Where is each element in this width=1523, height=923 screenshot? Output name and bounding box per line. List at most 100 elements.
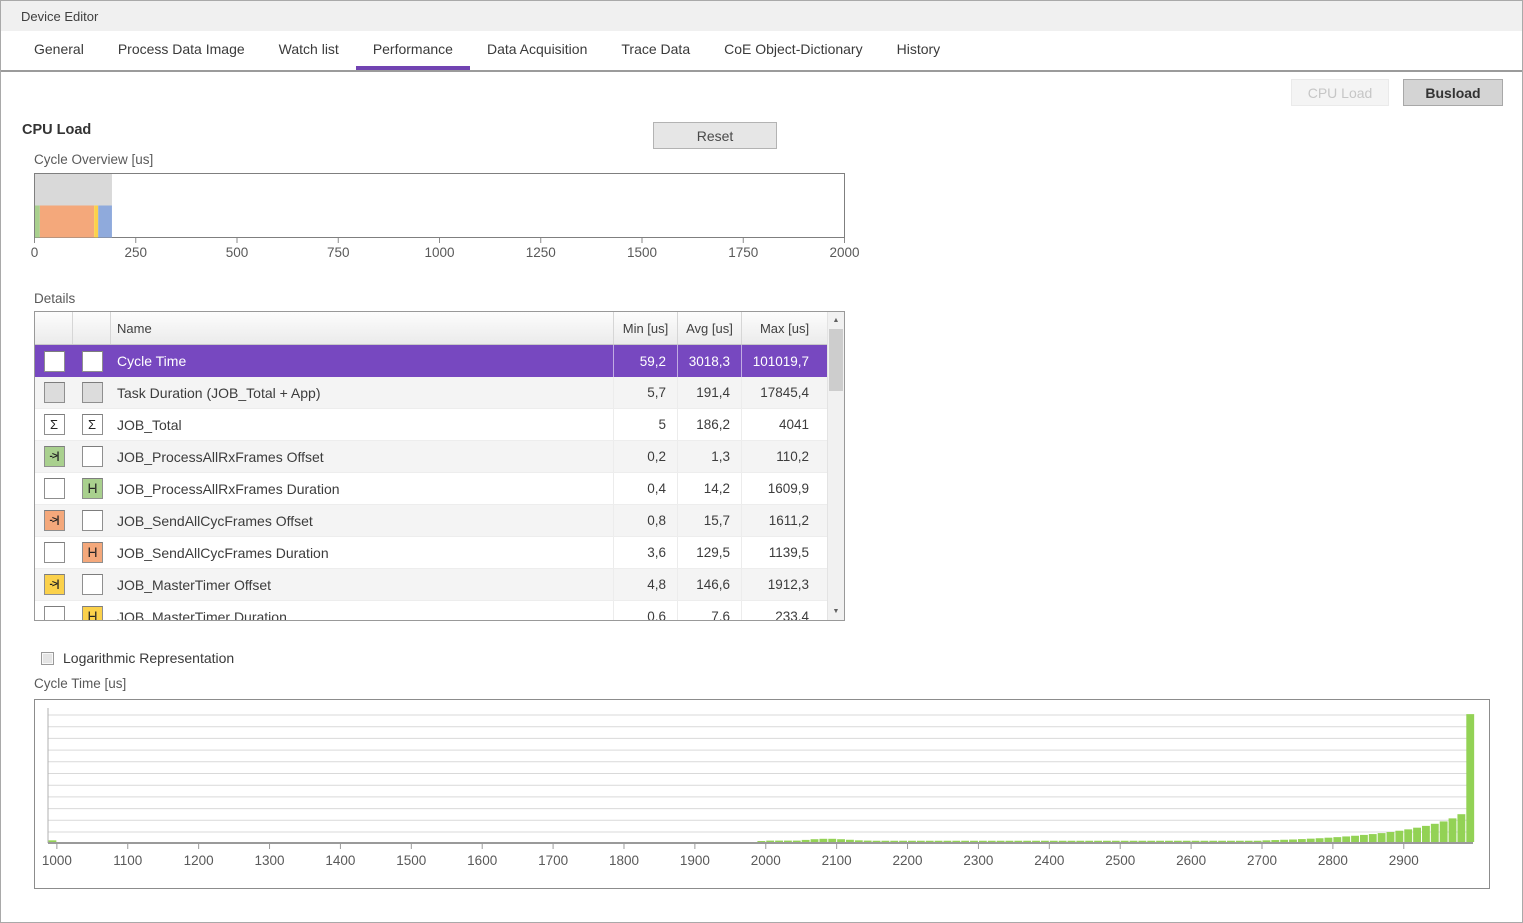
row-max: 101019,7 bbox=[742, 345, 827, 377]
row-min: 4,8 bbox=[614, 569, 678, 600]
column-header-marker-2[interactable] bbox=[73, 312, 111, 344]
offset-marker-icon[interactable]: ->| bbox=[44, 574, 65, 595]
row-checkbox[interactable] bbox=[44, 542, 65, 563]
svg-text:1500: 1500 bbox=[627, 245, 657, 260]
svg-text:2600: 2600 bbox=[1176, 853, 1206, 868]
marker-cell bbox=[35, 345, 73, 377]
row-name: JOB_MasterTimer Offset bbox=[111, 569, 614, 600]
table-row[interactable]: |--| JOB_SendAllCycFrames Duration3,6129,… bbox=[35, 537, 827, 569]
row-name: Cycle Time bbox=[111, 345, 614, 377]
row-checkbox[interactable] bbox=[82, 574, 103, 595]
row-checkbox-disabled[interactable] bbox=[44, 382, 65, 403]
marker-cell bbox=[35, 473, 73, 504]
row-min: 5 bbox=[614, 409, 678, 440]
offset-marker-icon[interactable]: ->| bbox=[44, 510, 65, 531]
tab-watch-list[interactable]: Watch list bbox=[262, 31, 356, 70]
tab-process-data-image[interactable]: Process Data Image bbox=[101, 31, 262, 70]
details-label: Details bbox=[34, 291, 75, 306]
svg-text:1200: 1200 bbox=[184, 853, 214, 868]
row-min: 0,8 bbox=[614, 505, 678, 536]
table-row[interactable]: ->|JOB_ProcessAllRxFrames Offset0,21,311… bbox=[35, 441, 827, 473]
svg-text:2000: 2000 bbox=[751, 853, 781, 868]
duration-marker-icon[interactable]: |--| bbox=[82, 606, 103, 621]
scroll-up-icon[interactable]: ▲ bbox=[828, 312, 844, 329]
row-avg: 191,4 bbox=[678, 377, 742, 408]
marker-cell bbox=[35, 377, 73, 408]
cycle-time-title: Cycle Time [us] bbox=[34, 676, 126, 691]
row-min: 0,6 bbox=[614, 601, 678, 621]
svg-text:750: 750 bbox=[327, 245, 350, 260]
table-row[interactable]: |--|JOB_ProcessAllRxFrames Duration0,414… bbox=[35, 473, 827, 505]
scroll-down-icon[interactable]: ▼ bbox=[828, 603, 844, 620]
scrollbar-thumb[interactable] bbox=[829, 329, 843, 391]
sigma-icon[interactable]: Σ bbox=[44, 414, 65, 435]
row-checkbox[interactable] bbox=[44, 478, 65, 499]
svg-text:500: 500 bbox=[226, 245, 249, 260]
details-table-body: Cycle Time59,23018,3101019,7Task Duratio… bbox=[35, 345, 844, 621]
cpu-load-heading: CPU Load bbox=[22, 122, 91, 138]
table-row[interactable]: Task Duration (JOB_Total + App)5,7191,41… bbox=[35, 377, 827, 409]
table-row[interactable]: ->|JOB_MasterTimer Offset4,8146,61912,3 bbox=[35, 569, 827, 601]
row-checkbox[interactable] bbox=[44, 351, 65, 372]
tab-performance[interactable]: Performance bbox=[356, 31, 470, 70]
marker-cell: ->| bbox=[35, 569, 73, 600]
logarithmic-checkbox-row[interactable]: Logarithmic Representation bbox=[41, 650, 234, 666]
tab-trace-data[interactable]: Trace Data bbox=[604, 31, 707, 70]
row-avg: 129,5 bbox=[678, 537, 742, 568]
tab-data-acquisition[interactable]: Data Acquisition bbox=[470, 31, 604, 70]
cycle-time-chart: 1000110012001300140015001600170018001900… bbox=[34, 699, 1490, 889]
sigma-icon[interactable]: Σ bbox=[82, 414, 103, 435]
row-checkbox[interactable] bbox=[44, 606, 65, 621]
row-name: JOB_MasterTimer Duration bbox=[111, 601, 614, 621]
table-row[interactable]: |--|JOB_MasterTimer Duration0,67,6233,4 bbox=[35, 601, 827, 621]
column-header-name[interactable]: Name bbox=[111, 312, 614, 344]
svg-text:2900: 2900 bbox=[1389, 853, 1419, 868]
details-scrollbar[interactable]: ▲ ▼ bbox=[827, 312, 844, 620]
column-header-max-us-[interactable]: Max [us] bbox=[742, 312, 827, 344]
row-name: JOB_SendAllCycFrames Duration bbox=[111, 537, 614, 568]
row-avg: 146,6 bbox=[678, 569, 742, 600]
marker-cell bbox=[73, 377, 111, 408]
row-checkbox[interactable] bbox=[82, 446, 103, 467]
row-min: 3,6 bbox=[614, 537, 678, 568]
table-row[interactable]: ΣΣJOB_Total5186,24041 bbox=[35, 409, 827, 441]
svg-text:2700: 2700 bbox=[1247, 853, 1277, 868]
svg-text:1600: 1600 bbox=[467, 853, 497, 868]
svg-text:1100: 1100 bbox=[113, 853, 142, 868]
offset-marker-icon[interactable]: ->| bbox=[44, 446, 65, 467]
tab-general[interactable]: General bbox=[17, 31, 101, 70]
svg-text:1500: 1500 bbox=[396, 853, 426, 868]
row-avg: 14,2 bbox=[678, 473, 742, 504]
cycle-overview-title: Cycle Overview [us] bbox=[34, 152, 153, 167]
marker-cell bbox=[73, 505, 111, 536]
row-avg: 186,2 bbox=[678, 409, 742, 440]
tab-coe-object-dictionary[interactable]: CoE Object-Dictionary bbox=[707, 31, 880, 70]
row-max: 17845,4 bbox=[742, 377, 827, 408]
row-avg: 1,3 bbox=[678, 441, 742, 472]
busload-button[interactable]: Busload bbox=[1403, 79, 1503, 106]
tab-history[interactable]: History bbox=[880, 31, 958, 70]
reset-button[interactable]: Reset bbox=[653, 122, 777, 149]
row-name: JOB_Total bbox=[111, 409, 614, 440]
table-row[interactable]: Cycle Time59,23018,3101019,7 bbox=[35, 345, 827, 377]
marker-cell: |--| bbox=[73, 537, 111, 568]
logarithmic-checkbox[interactable] bbox=[41, 652, 54, 665]
row-checkbox[interactable] bbox=[82, 510, 103, 531]
row-checkbox[interactable] bbox=[82, 351, 103, 372]
svg-text:0: 0 bbox=[31, 245, 39, 260]
row-checkbox-disabled[interactable] bbox=[82, 382, 103, 403]
duration-marker-icon[interactable]: |--| bbox=[82, 542, 103, 563]
window-titlebar: Device Editor bbox=[1, 1, 1522, 31]
row-max: 1139,5 bbox=[742, 537, 827, 568]
column-header-min-us-[interactable]: Min [us] bbox=[614, 312, 678, 344]
svg-text:1900: 1900 bbox=[680, 853, 710, 868]
marker-cell bbox=[73, 441, 111, 472]
column-header-marker-1[interactable] bbox=[35, 312, 73, 344]
svg-text:1750: 1750 bbox=[728, 245, 758, 260]
cpu-load-button[interactable]: CPU Load bbox=[1291, 79, 1389, 106]
device-editor-window: Device Editor GeneralProcess Data ImageW… bbox=[0, 0, 1523, 923]
table-row[interactable]: ->|JOB_SendAllCycFrames Offset0,815,7161… bbox=[35, 505, 827, 537]
duration-marker-icon[interactable]: |--| bbox=[82, 478, 103, 499]
column-header-avg-us-[interactable]: Avg [us] bbox=[678, 312, 742, 344]
svg-text:2300: 2300 bbox=[963, 853, 993, 868]
